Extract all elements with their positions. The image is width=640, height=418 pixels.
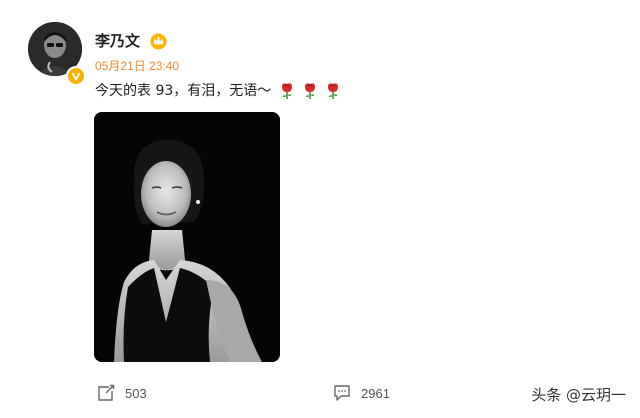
crown-icon[interactable] [150, 33, 167, 50]
rose-icon [328, 83, 339, 99]
verified-v-icon [71, 72, 81, 81]
post-text: 今天的表 93，有泪，无语～ [95, 81, 340, 101]
verified-badge [66, 66, 86, 86]
post-image[interactable] [94, 112, 280, 362]
rose-icon [282, 83, 293, 99]
comment-count: 2961 [361, 385, 390, 401]
post-text-body: 今天的表 93，有泪，无语～ [95, 83, 272, 99]
share-action[interactable]: 503 [97, 384, 147, 402]
username[interactable]: 李乃文 [95, 31, 140, 51]
rose-icon [305, 83, 316, 99]
share-icon [98, 384, 115, 401]
portrait-photo-icon [94, 112, 280, 362]
weibo-post: 李乃文 05月21日 23:40 今天的表 93，有泪，无语～ 503 2961… [0, 0, 640, 418]
watermark: 头条 @云玥一 [531, 386, 626, 404]
comment-icon [334, 385, 350, 401]
post-timestamp[interactable]: 05月21日 23:40 [95, 58, 179, 74]
comment-action[interactable]: 2961 [333, 384, 390, 402]
share-count: 503 [125, 385, 147, 401]
